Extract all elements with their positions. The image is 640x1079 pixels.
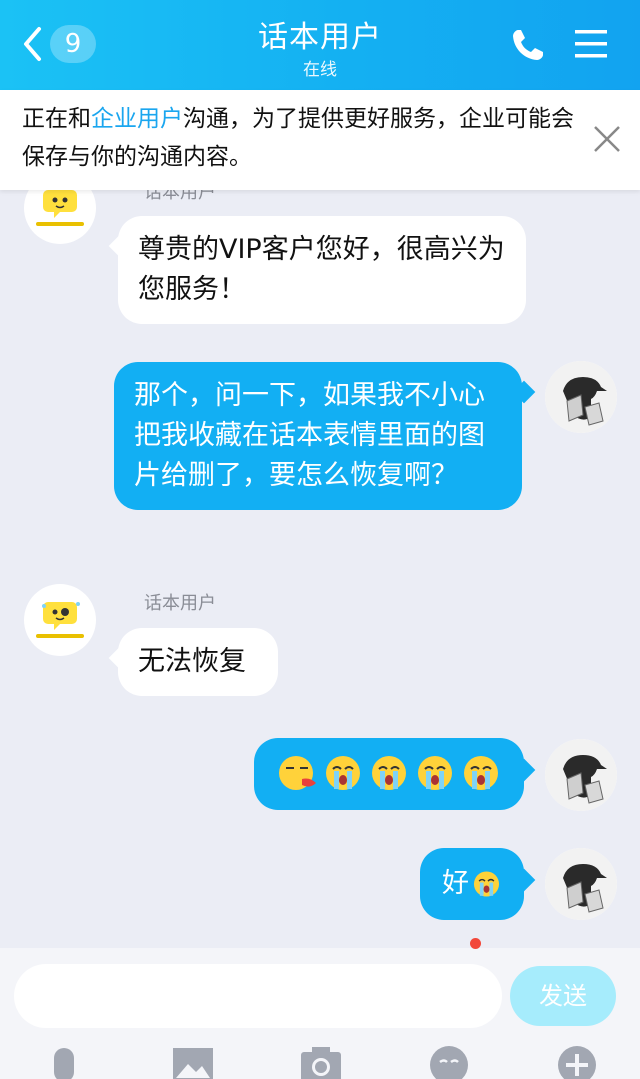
crying-emoji-icon bbox=[473, 871, 500, 897]
avatar[interactable] bbox=[545, 848, 617, 920]
message-bubble-incoming[interactable]: 尊贵的VIP客户您好，很高兴为您服务！ bbox=[118, 216, 526, 324]
message-bubble-outgoing[interactable] bbox=[254, 738, 524, 810]
phone-icon[interactable] bbox=[510, 27, 546, 63]
user-avatar-icon bbox=[545, 848, 617, 920]
user-avatar-icon bbox=[545, 739, 617, 811]
sender-name: 话本用户 bbox=[144, 593, 216, 614]
plus-icon[interactable] bbox=[556, 1044, 598, 1079]
notice-text-before: 正在和 bbox=[22, 106, 91, 132]
message-bubble-outgoing[interactable]: 那个，问一下，如果我不小心把我收藏在话本表情里面的图片给删了，要怎么恢复啊？ bbox=[114, 362, 522, 510]
message-bubble-outgoing[interactable]: 好 bbox=[420, 848, 524, 920]
crying-emoji-icon bbox=[372, 756, 406, 790]
user-avatar-icon bbox=[545, 361, 617, 433]
chat-header: 9 话本用户 在线 bbox=[0, 0, 640, 90]
avatar[interactable] bbox=[545, 361, 617, 433]
notice-text: 正在和企业用户沟通，为了提供更好服务，企业可能会保存与你的沟通内容。 bbox=[22, 100, 582, 176]
bubble-logo-icon bbox=[36, 602, 84, 638]
vomit-emoji-icon bbox=[279, 756, 316, 790]
microphone-icon[interactable] bbox=[44, 1044, 84, 1079]
crying-emoji-icon bbox=[326, 756, 360, 790]
privacy-notice-banner: 正在和企业用户沟通，为了提供更好服务，企业可能会保存与你的沟通内容。 bbox=[0, 90, 640, 190]
send-button[interactable]: 发送 bbox=[510, 966, 616, 1026]
emoji-row bbox=[276, 752, 502, 794]
camera-icon[interactable] bbox=[300, 1044, 342, 1079]
notification-dot bbox=[470, 938, 481, 949]
crying-emoji-icon bbox=[464, 756, 498, 790]
menu-icon[interactable] bbox=[574, 28, 608, 60]
message-bubble-incoming[interactable]: 无法恢复 bbox=[118, 628, 278, 696]
crying-emoji-icon bbox=[418, 756, 452, 790]
avatar[interactable] bbox=[545, 739, 617, 811]
message-text: 好 bbox=[442, 868, 469, 899]
input-bar: 发送 bbox=[0, 938, 640, 1079]
emoji-icon[interactable] bbox=[428, 1044, 470, 1079]
close-icon[interactable] bbox=[592, 124, 622, 154]
message-input[interactable] bbox=[14, 964, 502, 1028]
image-icon[interactable] bbox=[172, 1044, 214, 1079]
avatar[interactable] bbox=[24, 584, 96, 656]
notice-highlight-link[interactable]: 企业用户 bbox=[91, 106, 183, 132]
